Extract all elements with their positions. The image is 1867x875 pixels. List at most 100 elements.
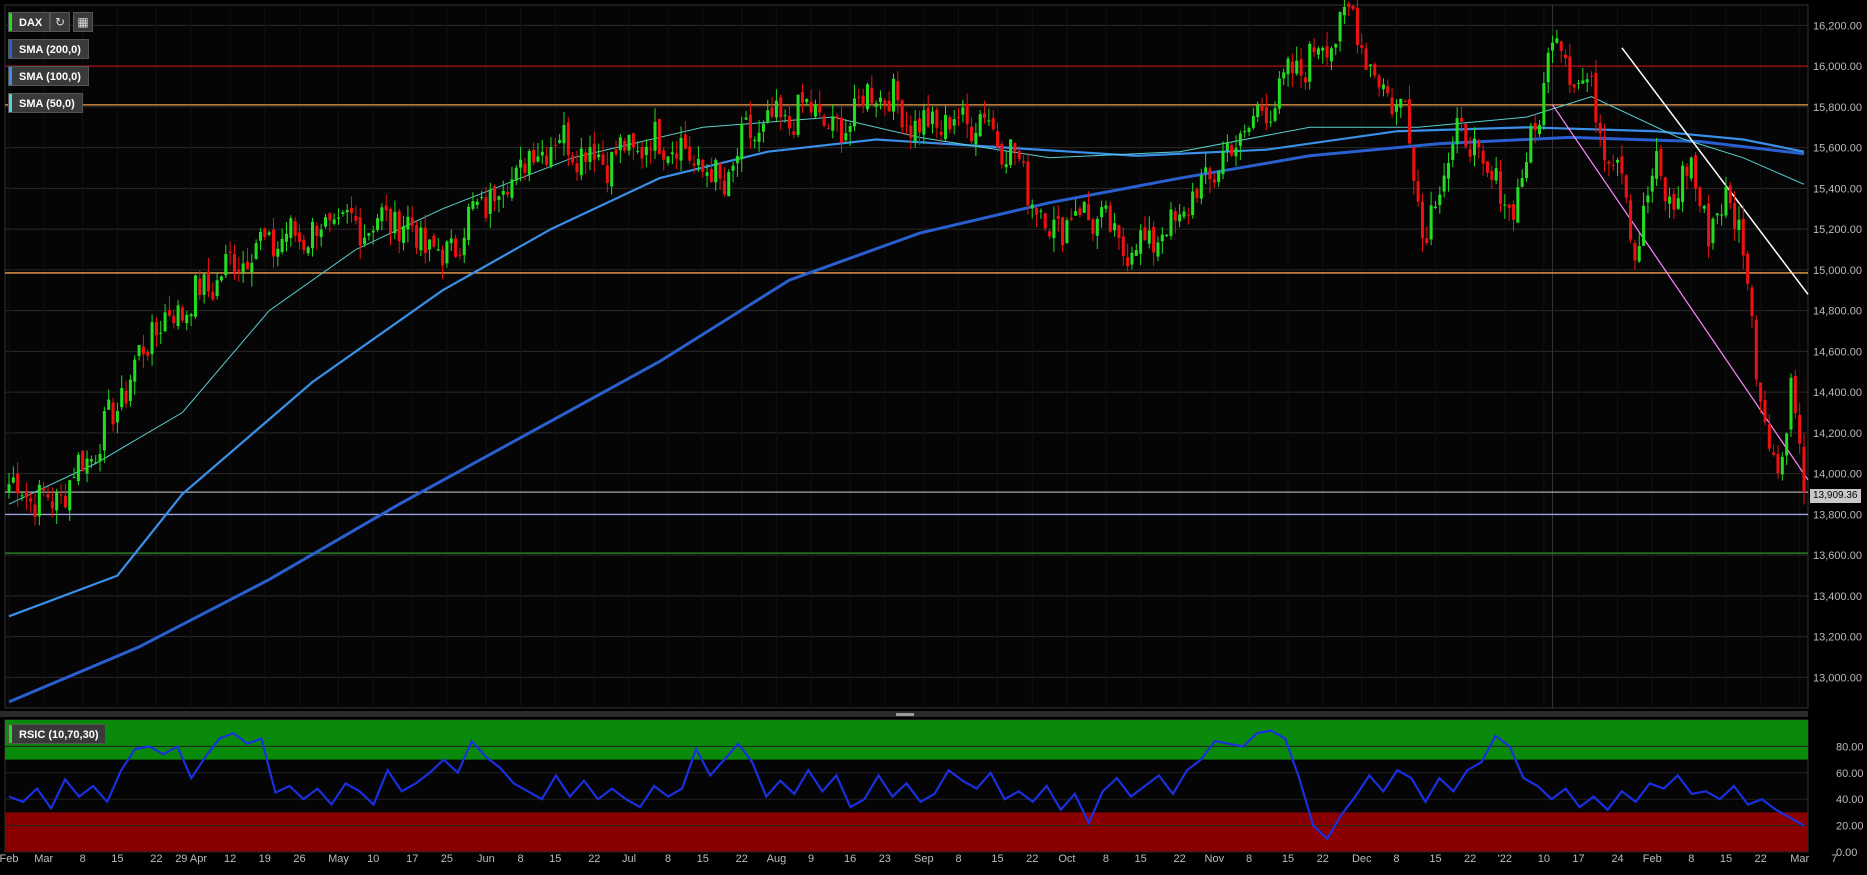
candle-body: [1533, 123, 1537, 131]
candle-body: [735, 156, 739, 164]
candle-body: [623, 140, 627, 151]
candle-body: [189, 314, 193, 317]
sma50-swatch: [9, 94, 12, 112]
candle-body: [1026, 161, 1030, 206]
candle-body: [870, 87, 874, 104]
candle-body: [944, 114, 948, 140]
candle-body: [1178, 214, 1182, 222]
x-tick-label: Dec: [1352, 853, 1372, 865]
x-tick-label: 29 Apr: [175, 853, 207, 865]
candle-body: [857, 96, 861, 98]
candle-body: [98, 454, 102, 462]
candle-body: [865, 84, 869, 110]
candle-body: [891, 78, 896, 112]
x-tick-label: 15: [1429, 853, 1441, 865]
candle-body: [1251, 116, 1255, 128]
candle-body: [618, 137, 622, 151]
indicator-tag-sma200[interactable]: SMA (200,0): [8, 39, 89, 59]
refresh-icon[interactable]: ↻: [50, 12, 70, 32]
candle-body: [1394, 104, 1398, 112]
candle-body: [970, 126, 974, 142]
indicator-tag-sma50[interactable]: SMA (50,0): [8, 93, 83, 113]
indicator-tag-sma100[interactable]: SMA (100,0): [8, 66, 89, 86]
candle-body: [501, 190, 505, 195]
candle-body: [1438, 194, 1442, 206]
candle-body: [1069, 217, 1073, 220]
candle-body: [757, 132, 761, 142]
candle-body: [1217, 171, 1221, 182]
candle-body: [1303, 77, 1307, 83]
x-tick-label: 24: [1611, 853, 1623, 865]
candle-body: [1564, 54, 1568, 59]
candle-body: [588, 147, 592, 162]
candle-body: [1117, 225, 1121, 239]
x-tick-label: 15: [111, 853, 123, 865]
candle-body: [198, 278, 202, 296]
candle-body: [363, 237, 367, 244]
candle-body: [1364, 48, 1368, 70]
x-tick-label: Feb: [1643, 853, 1662, 865]
candle-body: [1030, 204, 1034, 209]
candle-body: [705, 172, 709, 176]
candle-body: [1325, 46, 1329, 58]
candle-body: [1087, 204, 1091, 221]
candle-body: [1386, 86, 1390, 94]
price-tick-label: 15,600.00: [1813, 143, 1862, 155]
candle-body: [584, 152, 588, 162]
candle-body: [68, 480, 72, 511]
candle-body: [1425, 238, 1429, 244]
candle-body: [545, 155, 549, 165]
candle-body: [939, 131, 943, 136]
candle-body: [1199, 175, 1203, 199]
candle-body: [263, 228, 267, 238]
candle-body: [1360, 45, 1364, 48]
x-tick-label: Aug: [767, 853, 787, 865]
rsi-tag[interactable]: RSIC (10,70,30): [8, 724, 107, 744]
candle-body: [974, 132, 978, 145]
candle-body: [1256, 105, 1260, 118]
candle-body: [323, 217, 328, 227]
candle-body: [952, 119, 956, 126]
candle-body: [449, 238, 453, 244]
calendar-icon[interactable]: ▦: [73, 12, 93, 32]
price-tick-label: 13,200.00: [1813, 632, 1862, 644]
candle-body: [497, 196, 501, 200]
splitter-grip-handle[interactable]: [896, 713, 914, 716]
rsi-tick-label: 60.00: [1836, 768, 1864, 780]
candle-body: [1295, 60, 1299, 74]
candle-body: [1516, 187, 1520, 223]
x-tick-label: 8: [665, 853, 671, 865]
x-tick-label: May: [328, 853, 349, 865]
candle-body: [1503, 204, 1507, 206]
candle-body: [128, 379, 132, 401]
candle-body: [1598, 122, 1602, 134]
candle-body: [1520, 178, 1524, 187]
x-tick-label: 25: [441, 853, 453, 865]
candle-body: [1147, 230, 1151, 244]
candle-body: [133, 359, 137, 382]
candle-body: [1793, 375, 1797, 414]
x-tick-label: Oct: [1058, 853, 1075, 865]
symbol-tag[interactable]: DAX: [8, 12, 51, 32]
candle-body: [76, 454, 80, 482]
candle-body: [319, 229, 323, 238]
candle-body: [540, 151, 544, 156]
candle-body: [215, 280, 219, 297]
candle-body: [423, 227, 427, 254]
x-tick-label: 12: [224, 853, 236, 865]
candle-body: [1407, 99, 1411, 144]
candle-body: [1524, 162, 1529, 179]
rsi-tick-label: 40.00: [1836, 794, 1864, 806]
candle-body: [37, 484, 41, 517]
candle-body: [1061, 217, 1065, 246]
candle-body: [211, 291, 215, 300]
candle-body: [380, 207, 384, 222]
candle-body: [1759, 382, 1763, 402]
candle-body: [1299, 59, 1303, 76]
candle-body: [692, 163, 696, 166]
candle-body: [237, 269, 241, 272]
candle-body: [367, 233, 371, 236]
candle-body: [1737, 219, 1741, 231]
candle-body: [1607, 161, 1611, 164]
candle-body: [527, 151, 531, 175]
